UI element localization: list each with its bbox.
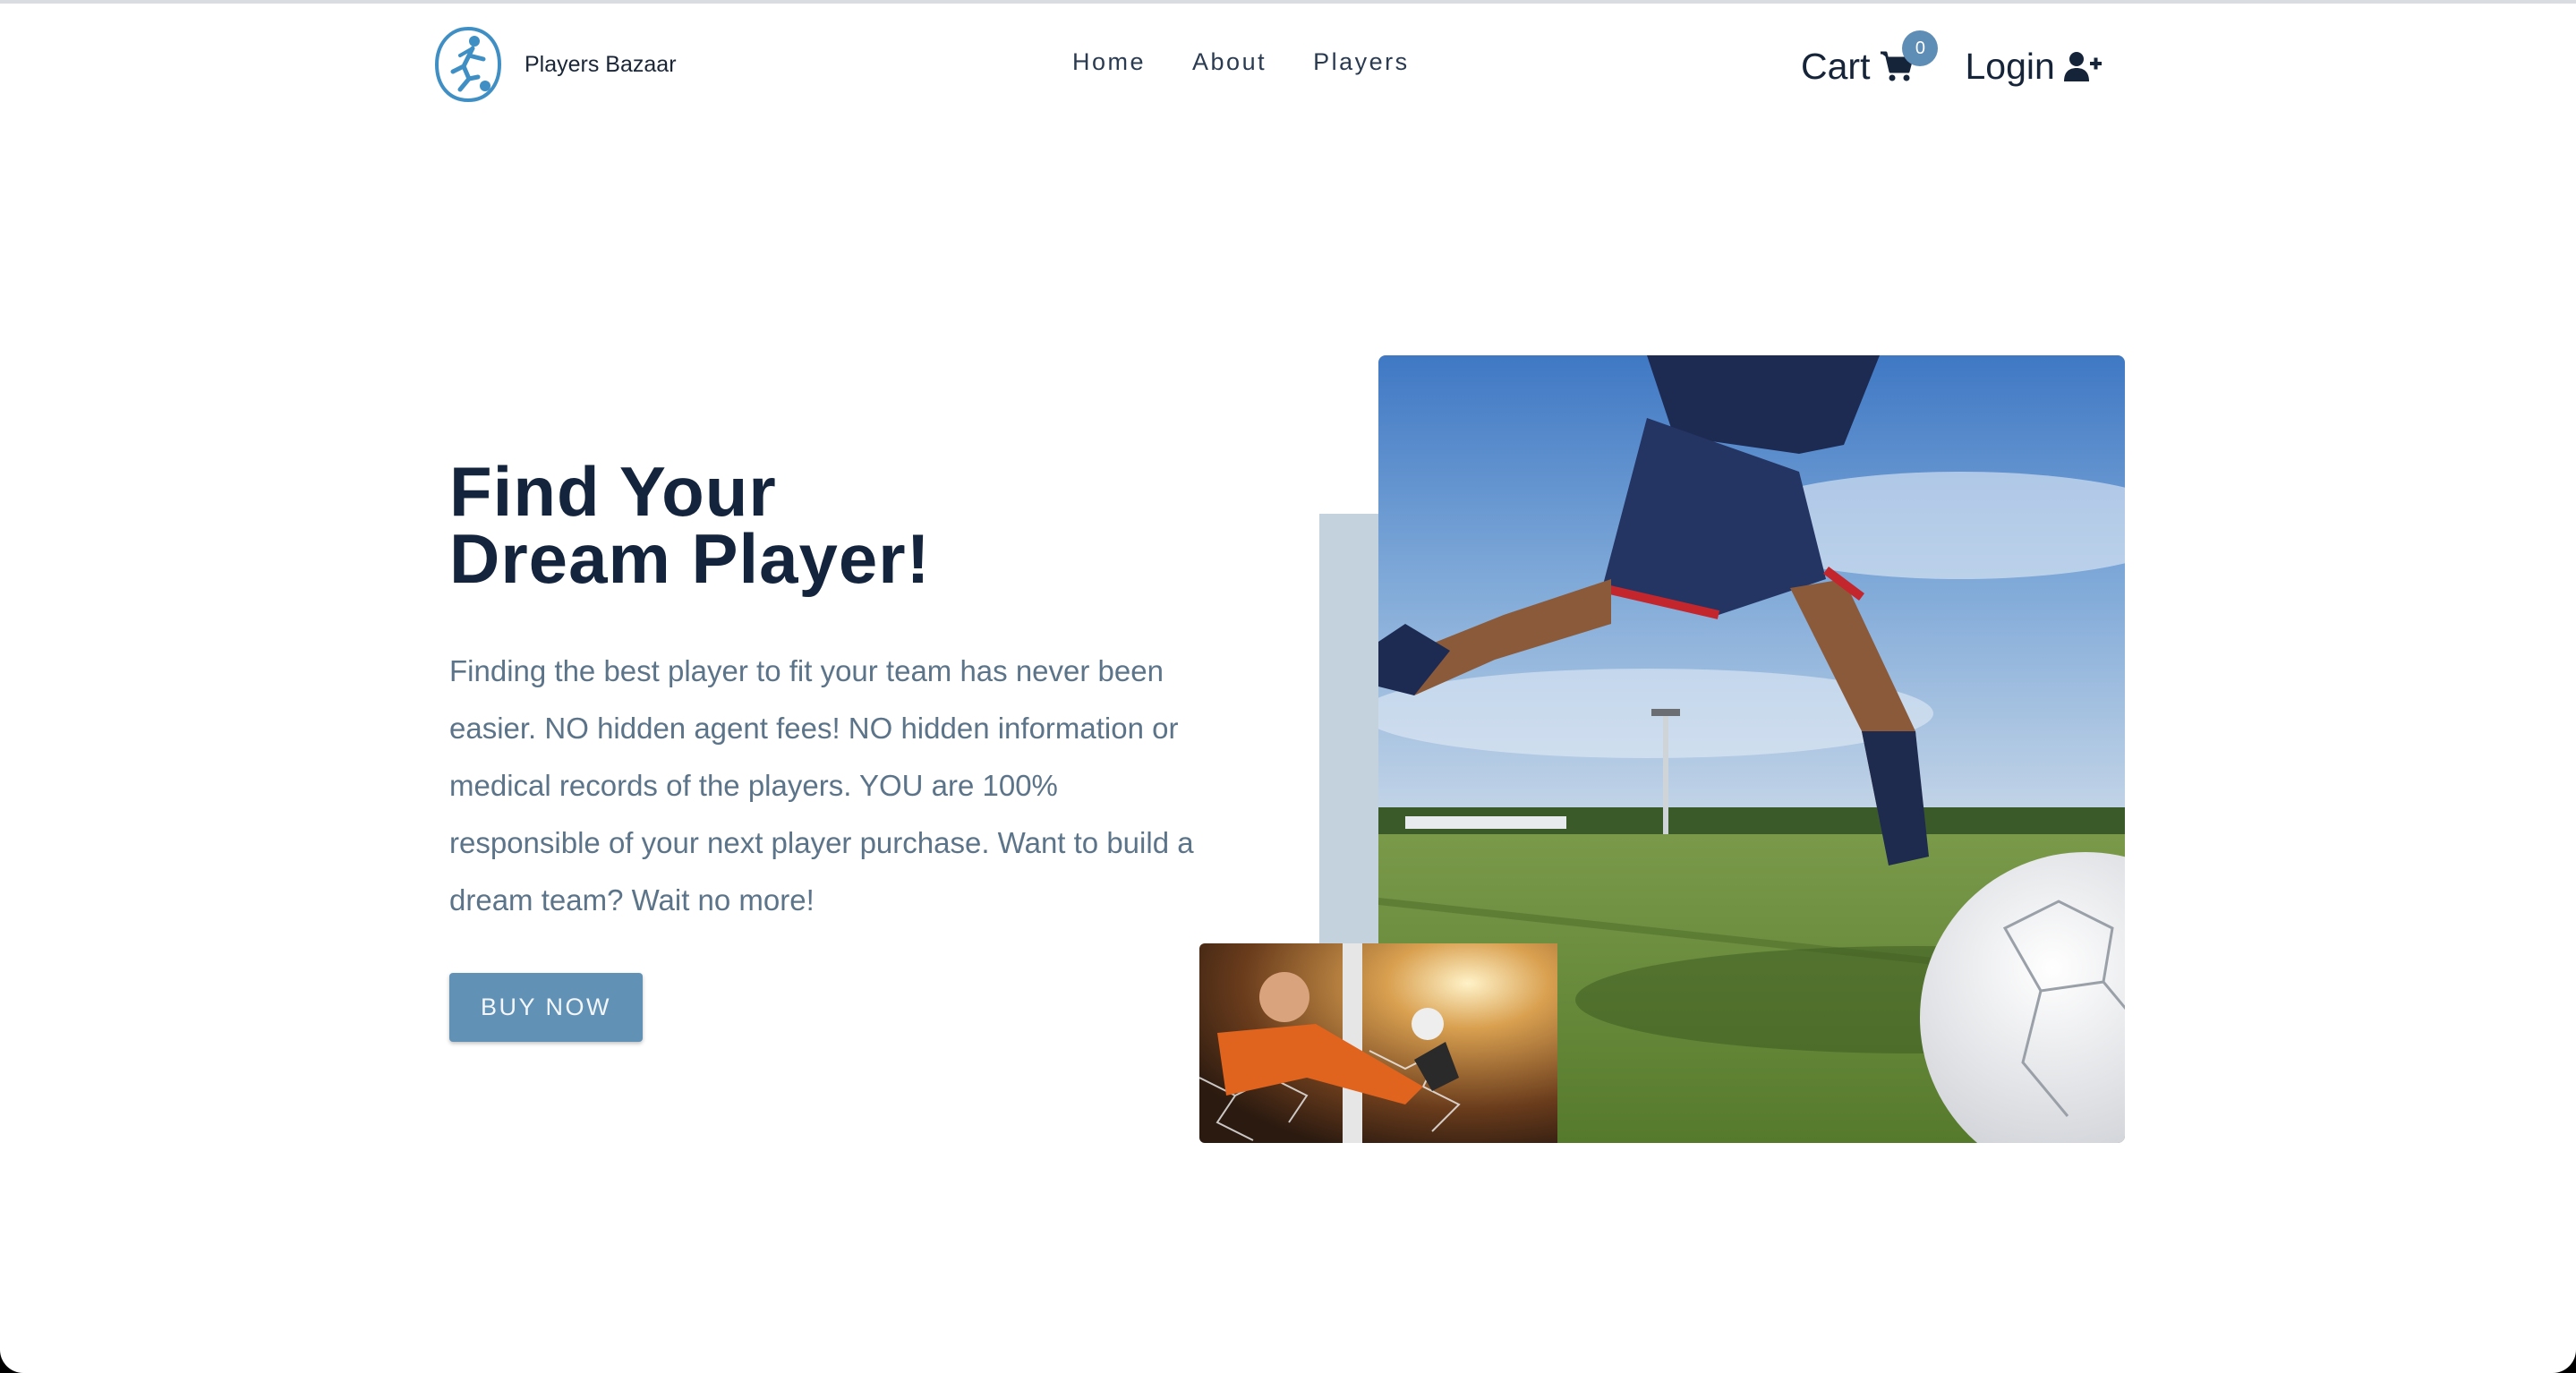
brand-link[interactable]: Players Bazaar (433, 25, 677, 104)
cart-label: Cart (1801, 45, 1871, 87)
decorative-accent-bar (1319, 514, 1378, 943)
nav-link-about[interactable]: About (1192, 48, 1267, 76)
nav-link-home[interactable]: Home (1072, 48, 1146, 76)
cart-count-badge: 0 (1902, 30, 1939, 66)
cart-icon-wrap: 0 (1879, 30, 1939, 84)
nav-link-players[interactable]: Players (1313, 48, 1410, 76)
hero-title-line2: Dream Player! (449, 519, 931, 598)
login-link[interactable]: Login (1965, 45, 2102, 88)
nav-links: Home About Players (1072, 48, 1410, 76)
login-label: Login (1965, 45, 2055, 87)
soccer-player-logo-icon (434, 26, 502, 103)
buy-now-button[interactable]: BUY NOW (449, 973, 643, 1042)
navbar: Players Bazaar Home About Players Cart 0 (0, 4, 2576, 129)
page: Players Bazaar Home About Players Cart 0 (0, 0, 2576, 1373)
hero-title-line1: Find Your (449, 452, 777, 531)
user-plus-icon (2063, 52, 2102, 81)
goalkeeper-photo (1199, 943, 1557, 1143)
cart-link[interactable]: Cart 0 (1801, 30, 1939, 88)
hero-title: Find Your Dream Player! (449, 452, 931, 598)
hero-description: Finding the best player to fit your team… (449, 654, 1194, 917)
brand-name: Players Bazaar (525, 51, 677, 77)
nav-actions: Cart 0 Login (1801, 30, 2102, 97)
